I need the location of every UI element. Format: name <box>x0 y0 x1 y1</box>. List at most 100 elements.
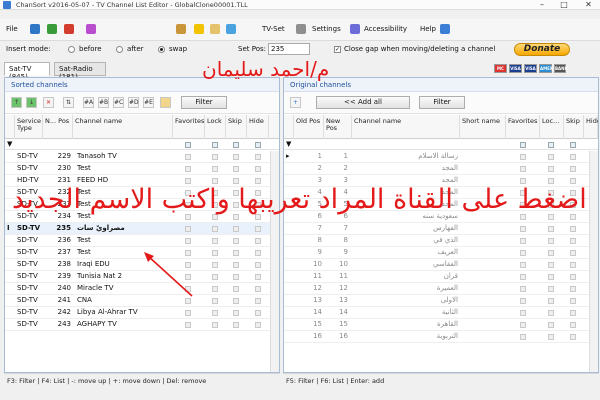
cell-channel-name[interactable]: رسالة الاسلام <box>354 151 458 162</box>
table-row[interactable]: 8 8 الذي في <box>284 235 598 247</box>
sort-icon[interactable]: ⇅ <box>63 97 74 108</box>
cell-channel-name[interactable]: Miracle TV <box>77 283 114 294</box>
filter-favorites[interactable] <box>520 142 526 148</box>
hide-checkbox[interactable] <box>255 166 261 172</box>
hide-checkbox[interactable] <box>255 298 261 304</box>
header-hide[interactable]: Hide <box>247 115 269 139</box>
save-icon[interactable] <box>30 24 40 34</box>
lock-checkbox[interactable] <box>212 154 218 160</box>
star-icon[interactable] <box>194 24 204 34</box>
header-skip[interactable]: Skip <box>564 115 584 139</box>
minimize-button[interactable]: – <box>531 0 553 10</box>
hide-checkbox[interactable] <box>255 262 261 268</box>
favorites-checkbox[interactable] <box>185 238 191 244</box>
header-new-pos[interactable]: N... Pos <box>43 115 73 139</box>
accessibility-icon[interactable] <box>350 24 360 34</box>
table-row[interactable]: SD-TV 230 Test <box>5 163 279 175</box>
lock-checkbox[interactable] <box>212 310 218 316</box>
filter-lock[interactable] <box>548 142 554 148</box>
cell-channel-name[interactable]: الذي في <box>354 235 458 246</box>
add-icon[interactable] <box>47 24 57 34</box>
swap-radio[interactable] <box>158 46 165 53</box>
table-row[interactable]: 13 13 الاولى <box>284 295 598 307</box>
hide-checkbox[interactable] <box>255 310 261 316</box>
skip-checkbox[interactable] <box>233 262 239 268</box>
cell-channel-name[interactable]: القاهرة <box>354 319 458 330</box>
lock-checkbox[interactable] <box>212 262 218 268</box>
lock-checkbox[interactable] <box>548 322 554 328</box>
tool-icon[interactable] <box>86 24 96 34</box>
lock-checkbox[interactable] <box>212 238 218 244</box>
skip-checkbox[interactable] <box>570 226 576 232</box>
menu-file[interactable]: File <box>6 25 18 33</box>
cell-channel-name[interactable]: Test <box>77 235 91 246</box>
after-radio[interactable] <box>116 46 123 53</box>
tab-sat-tv[interactable]: Sat-TV (845) <box>4 62 50 81</box>
hide-checkbox[interactable] <box>255 322 261 328</box>
header-favorites[interactable]: Favorites <box>173 115 205 139</box>
lock-checkbox[interactable] <box>548 274 554 280</box>
favorites-checkbox[interactable] <box>520 274 526 280</box>
skip-checkbox[interactable] <box>570 274 576 280</box>
favorites-checkbox[interactable] <box>185 322 191 328</box>
header-skip[interactable]: Skip <box>226 115 247 139</box>
skip-checkbox[interactable] <box>233 322 239 328</box>
favorites-checkbox[interactable] <box>520 250 526 256</box>
favorites-checkbox[interactable] <box>520 262 526 268</box>
lock-checkbox[interactable] <box>548 226 554 232</box>
table-row[interactable]: SD-TV 229 Tanasoh TV <box>5 151 279 163</box>
header-channel-name[interactable]: Channel name <box>73 115 173 139</box>
favorites-checkbox[interactable] <box>185 310 191 316</box>
delete-icon[interactable] <box>64 24 74 34</box>
setpos-input[interactable]: 235 <box>268 43 310 55</box>
table-row[interactable]: ▸ 1 1 رسالة الاسلام <box>284 151 598 163</box>
cell-channel-name[interactable]: AGHAPY TV <box>77 319 117 330</box>
close-gap-checkbox[interactable]: ✓ <box>334 46 341 53</box>
cell-channel-name[interactable]: العميرة <box>354 283 458 294</box>
lock-checkbox[interactable] <box>212 226 218 232</box>
cell-channel-name[interactable]: الفهارس <box>354 223 458 234</box>
sort-b-button[interactable]: #B <box>98 97 109 108</box>
before-radio[interactable] <box>68 46 75 53</box>
hide-checkbox[interactable] <box>255 250 261 256</box>
filter-favorites[interactable] <box>185 142 191 148</box>
lock-icon[interactable] <box>176 24 186 34</box>
lock-checkbox[interactable] <box>212 286 218 292</box>
skip-checkbox[interactable] <box>233 154 239 160</box>
lock-checkbox[interactable] <box>212 322 218 328</box>
table-row[interactable]: 12 12 العميرة <box>284 283 598 295</box>
close-button[interactable]: ✕ <box>577 0 600 10</box>
hide-checkbox[interactable] <box>255 154 261 160</box>
cell-channel-name[interactable]: Tunisia Nat 2 <box>77 271 122 282</box>
menu-tvset[interactable]: TV-Set <box>262 25 285 33</box>
lock-checkbox[interactable] <box>548 238 554 244</box>
hide-checkbox[interactable] <box>255 226 261 232</box>
hide-checkbox[interactable] <box>255 274 261 280</box>
skip-checkbox[interactable] <box>570 154 576 160</box>
left-filter-button[interactable]: Filter <box>181 96 227 109</box>
table-row[interactable]: I SD-TV 235 مصراويّ سات <box>5 223 279 235</box>
filter-hide[interactable] <box>255 142 261 148</box>
hide-checkbox[interactable] <box>255 238 261 244</box>
menu-accessibility[interactable]: Accessibility <box>364 25 407 33</box>
table-row[interactable]: 14 14 الثانية <box>284 307 598 319</box>
settings-icon[interactable] <box>296 24 306 34</box>
table-row[interactable]: 11 11 قران <box>284 271 598 283</box>
header-lock[interactable]: Lock <box>205 115 226 139</box>
favorites-checkbox[interactable] <box>520 166 526 172</box>
cell-channel-name[interactable]: CNA <box>77 295 92 306</box>
sort-c-button[interactable]: #C <box>113 97 124 108</box>
skip-checkbox[interactable] <box>570 322 576 328</box>
tab-sat-radio[interactable]: Sat-Radio (181) <box>54 62 106 81</box>
lock-checkbox[interactable] <box>548 310 554 316</box>
sort-d-button[interactable]: #D <box>128 97 139 108</box>
sort-e-button[interactable]: #E <box>143 97 154 108</box>
skip-checkbox[interactable] <box>233 166 239 172</box>
favorites-checkbox[interactable] <box>185 154 191 160</box>
cell-channel-name[interactable]: التربوية <box>354 331 458 342</box>
cell-channel-name[interactable]: الاولى <box>354 295 458 306</box>
skip-checkbox[interactable] <box>570 334 576 340</box>
lock-checkbox[interactable] <box>212 274 218 280</box>
skip-checkbox[interactable] <box>233 238 239 244</box>
lock-checkbox[interactable] <box>548 334 554 340</box>
